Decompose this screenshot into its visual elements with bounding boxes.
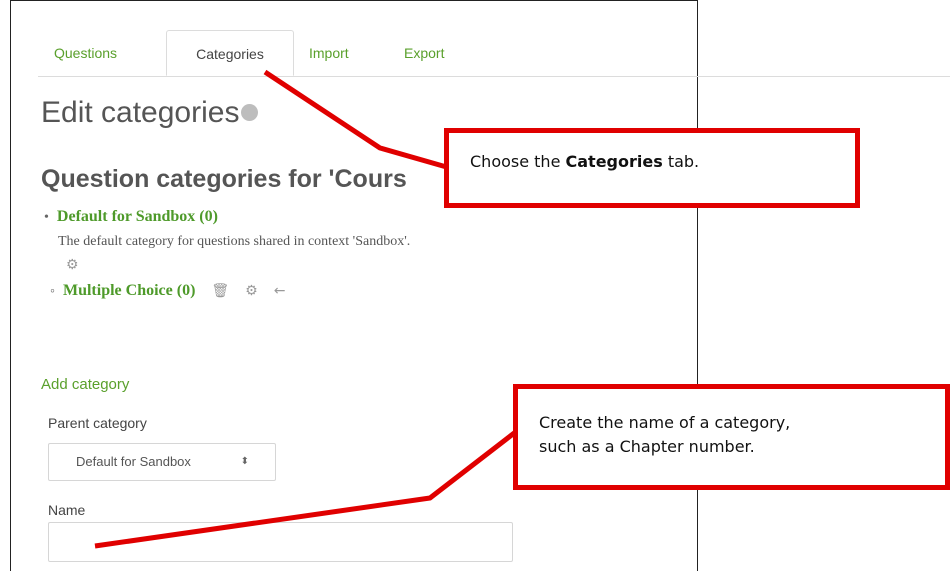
tab-import[interactable]: Import [293, 30, 365, 76]
trash-icon[interactable]: 🗑 [211, 283, 229, 299]
callout-line-1: Create the name of a category, [539, 413, 791, 432]
list-item: • Default for Sandbox (0) [44, 208, 410, 226]
callout-categories-tab: Choose the Categories tab. [444, 128, 860, 208]
circle-bullet-icon: ◦ [50, 284, 55, 299]
category-actions: ⚙ [66, 256, 410, 274]
bullet-icon: • [44, 210, 49, 225]
updown-icon: ⬍ [240, 456, 249, 467]
callout-text-suffix: tab. [662, 152, 700, 171]
parent-category-select[interactable]: Default for Sandbox ⬍ [48, 443, 276, 481]
page-title-text: Edit categories [41, 96, 240, 129]
tab-export[interactable]: Export [388, 30, 460, 76]
section-title: Question categories for 'Cours [41, 165, 407, 193]
category-list: • Default for Sandbox (0) The default cat… [44, 208, 410, 300]
arrow-left-icon[interactable]: ← [274, 283, 286, 299]
list-item: ◦ Multiple Choice (0) 🗑 ⚙ ← [50, 282, 410, 300]
callout-name-field: Create the name of a category, such as a… [513, 384, 950, 490]
add-category-heading[interactable]: Add category [41, 376, 129, 393]
parent-category-label: Parent category [48, 415, 147, 431]
name-input[interactable] [48, 522, 513, 562]
tab-categories[interactable]: Categories [166, 30, 294, 76]
help-icon[interactable] [241, 103, 259, 121]
gear-icon[interactable]: ⚙ [66, 258, 79, 273]
callout-text-prefix: Choose the [470, 152, 566, 171]
category-link-default[interactable]: Default for Sandbox (0) [57, 208, 218, 225]
gear-icon[interactable]: ⚙ [245, 283, 258, 299]
page-title: Edit categories [41, 96, 259, 130]
parent-category-value: Default for Sandbox [76, 454, 191, 469]
callout-line-2: such as a Chapter number. [539, 437, 755, 456]
category-description: The default category for questions share… [58, 234, 411, 249]
callout-text-bold: Categories [565, 152, 663, 171]
name-label: Name [48, 502, 86, 518]
category-link-multiple-choice[interactable]: Multiple Choice (0) [63, 282, 195, 299]
tab-bar: Questions Categories Import Export [38, 30, 950, 77]
tab-questions[interactable]: Questions [38, 30, 133, 76]
